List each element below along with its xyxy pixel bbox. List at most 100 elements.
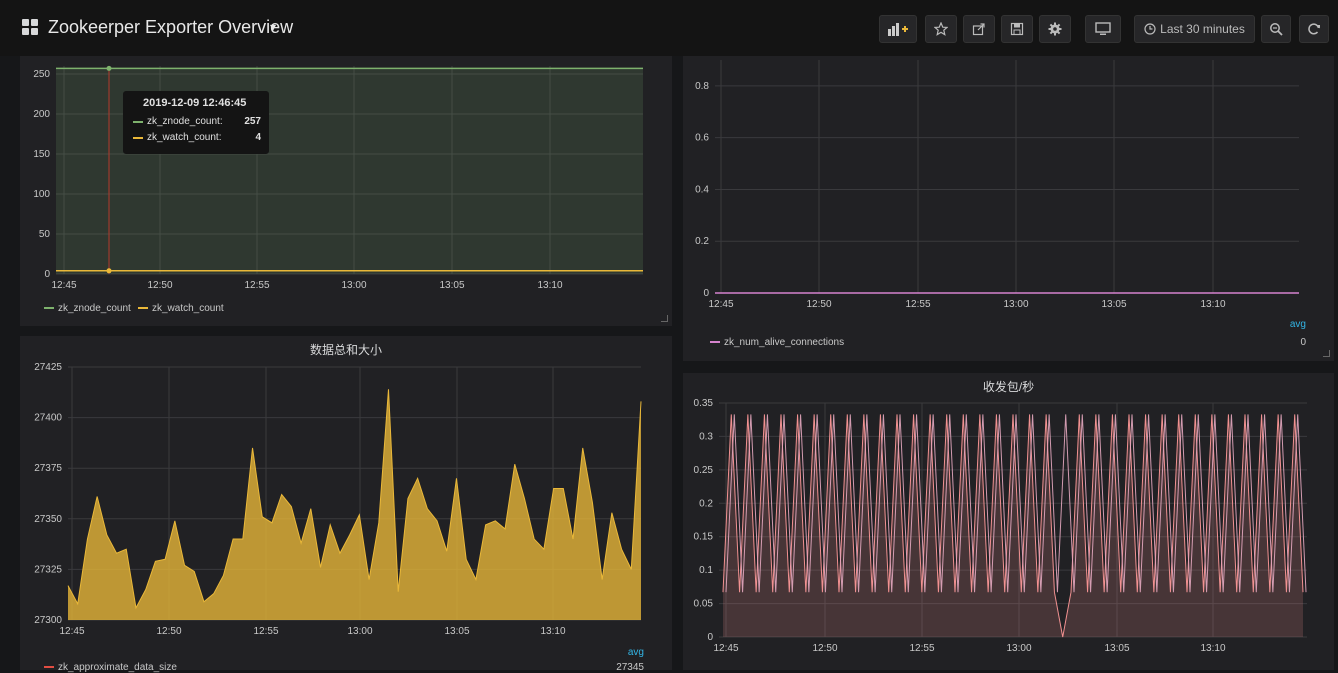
share-icon <box>972 23 985 36</box>
data-size-chart: 27300 27325 27350 27375 27400 27425 12:45 12:50… <box>34 362 642 637</box>
panel-alive-connections: 0 0.2 0.4 0.6 0.8 12:45 12:50 12:55 13:00 13:05 13… <box>683 56 1334 361</box>
y-tick-label: 27300 <box>34 615 62 626</box>
panel-data-size: 数据总和大小 27300 27325 27350 27375 27400 27425 12:… <box>20 336 672 673</box>
y-tick-label: 150 <box>33 149 50 160</box>
x-tick-label: 13:10 <box>540 626 565 637</box>
y-tick-label: 0 <box>703 288 709 299</box>
legend-item-alive[interactable]: zk_num_alive_connections <box>710 337 844 348</box>
y-tick-label: 0.25 <box>694 465 714 476</box>
save-icon <box>1010 22 1024 36</box>
panel-znode-watch-count: 0 50 100 150 200 250 12:45 12:50 12:55 13:00 13:05… <box>20 56 672 326</box>
tooltip-series-value: 4 <box>255 132 261 143</box>
y-tick-label: 0 <box>44 269 50 280</box>
alive-connections-chart: 0 0.2 0.4 0.6 0.8 12:45 12:50 12:55 13:00 13:05 13… <box>695 60 1299 310</box>
zoom-out-button[interactable] <box>1261 15 1291 43</box>
y-tick-label: 0.35 <box>694 398 714 409</box>
y-tick-label: 27400 <box>34 413 62 424</box>
x-tick-label: 12:55 <box>905 299 930 310</box>
x-tick-label: 13:05 <box>444 626 469 637</box>
legend-swatch <box>44 307 54 310</box>
x-tick-label: 13:00 <box>341 280 366 291</box>
x-tick-label: 12:45 <box>59 626 84 637</box>
tooltip-series-name: zk_znode_count: <box>147 116 223 127</box>
y-tick-label: 250 <box>33 69 50 80</box>
panel-resize-handle[interactable] <box>661 315 668 322</box>
legend-swatch <box>138 307 148 310</box>
legend-avg-header[interactable]: avg <box>628 647 644 658</box>
legend-avg-value: 27345 <box>616 662 644 673</box>
clock-icon <box>1144 23 1156 35</box>
tooltip-series-name: zk_watch_count: <box>147 132 222 143</box>
y-tick-label: 27375 <box>34 463 62 474</box>
legend-label: zk_approximate_data_size <box>58 662 177 673</box>
znode-watch-chart: 0 50 100 150 200 250 12:45 12:50 12:55 13:00 13:05… <box>33 65 643 291</box>
refresh-icon <box>1308 23 1320 35</box>
hover-point <box>106 65 112 71</box>
top-navbar: Zookeerper Exporter Overview ▾ Last 30 m… <box>0 0 1338 56</box>
x-tick-label: 13:00 <box>1003 299 1028 310</box>
add-panel-icon <box>888 23 908 36</box>
y-tick-label: 100 <box>33 189 50 200</box>
x-tick-label: 12:45 <box>51 280 76 291</box>
legend-avg-value: 0 <box>1300 337 1306 348</box>
monitor-icon <box>1095 22 1111 35</box>
series-area <box>68 389 641 620</box>
y-tick-label: 200 <box>33 109 50 120</box>
add-panel-button[interactable] <box>879 15 917 43</box>
y-tick-label: 50 <box>39 229 51 240</box>
x-tick-label: 13:05 <box>1101 299 1126 310</box>
y-tick-label: 0.3 <box>699 431 713 442</box>
share-button[interactable] <box>963 15 995 43</box>
y-tick-label: 0.8 <box>695 81 709 92</box>
save-button[interactable] <box>1001 15 1033 43</box>
tooltip-series-value: 257 <box>244 116 261 127</box>
settings-button[interactable] <box>1039 15 1071 43</box>
y-tick-label: 0.6 <box>695 133 709 144</box>
x-tick-label: 12:50 <box>156 626 181 637</box>
tooltip-time: 2019-12-09 12:46:45 <box>143 97 247 109</box>
x-tick-label: 13:00 <box>1006 643 1031 654</box>
y-tick-label: 0.1 <box>699 565 713 576</box>
y-tick-label: 0 <box>707 632 713 643</box>
chevron-down-icon[interactable]: ▾ <box>270 20 276 34</box>
packets-chart: 0 0.05 0.1 0.15 0.2 0.25 0.3 0.35 12:45 12:50 12:5… <box>694 398 1307 654</box>
x-tick-label: 12:50 <box>812 643 837 654</box>
legend-item-watch[interactable]: zk_watch_count <box>138 303 224 314</box>
dashboard-grid-icon[interactable] <box>22 19 38 35</box>
y-tick-label: 0.2 <box>695 236 709 247</box>
x-tick-label: 12:55 <box>909 643 934 654</box>
x-tick-label: 12:55 <box>244 280 269 291</box>
legend-label: zk_watch_count <box>152 303 224 314</box>
x-tick-label: 13:10 <box>537 280 562 291</box>
y-tick-label: 0.2 <box>699 498 713 509</box>
tooltip-row: zk_watch_count: 4 <box>133 132 261 143</box>
zoom-out-icon <box>1270 23 1283 36</box>
x-tick-label: 12:45 <box>708 299 733 310</box>
legend-label: zk_znode_count <box>58 303 131 314</box>
legend-item-data-size[interactable]: zk_approximate_data_size <box>44 662 177 673</box>
x-tick-label: 12:55 <box>253 626 278 637</box>
x-tick-label: 13:05 <box>439 280 464 291</box>
legend-avg-header[interactable]: avg <box>1290 319 1306 330</box>
panel-resize-handle[interactable] <box>1323 350 1330 357</box>
hover-point <box>106 268 112 274</box>
panel-packets: 收发包/秒 0 0.05 0.1 0.15 0.2 0.25 0.3 0.35 12:45 12:… <box>683 373 1334 670</box>
tooltip-row: zk_znode_count: 257 <box>133 116 261 127</box>
x-tick-label: 13:10 <box>1200 299 1225 310</box>
refresh-button[interactable] <box>1299 15 1329 43</box>
time-range-picker[interactable]: Last 30 minutes <box>1134 15 1255 43</box>
x-tick-label: 12:50 <box>806 299 831 310</box>
legend-item-znode[interactable]: zk_znode_count <box>44 303 131 314</box>
star-button[interactable] <box>925 15 957 43</box>
tv-mode-button[interactable] <box>1085 15 1121 43</box>
y-tick-label: 27425 <box>34 362 62 373</box>
legend-swatch <box>133 120 143 123</box>
legend-swatch <box>710 341 720 344</box>
dashboard-title[interactable]: Zookeerper Exporter Overview <box>48 17 293 38</box>
graph-tooltip: 2019-12-09 12:46:45 zk_znode_count: 257 … <box>123 91 269 154</box>
gear-icon <box>1048 22 1062 36</box>
y-tick-label: 0.05 <box>694 599 714 610</box>
x-tick-label: 12:50 <box>147 280 172 291</box>
x-tick-label: 13:05 <box>1104 643 1129 654</box>
y-tick-label: 27325 <box>34 564 62 575</box>
